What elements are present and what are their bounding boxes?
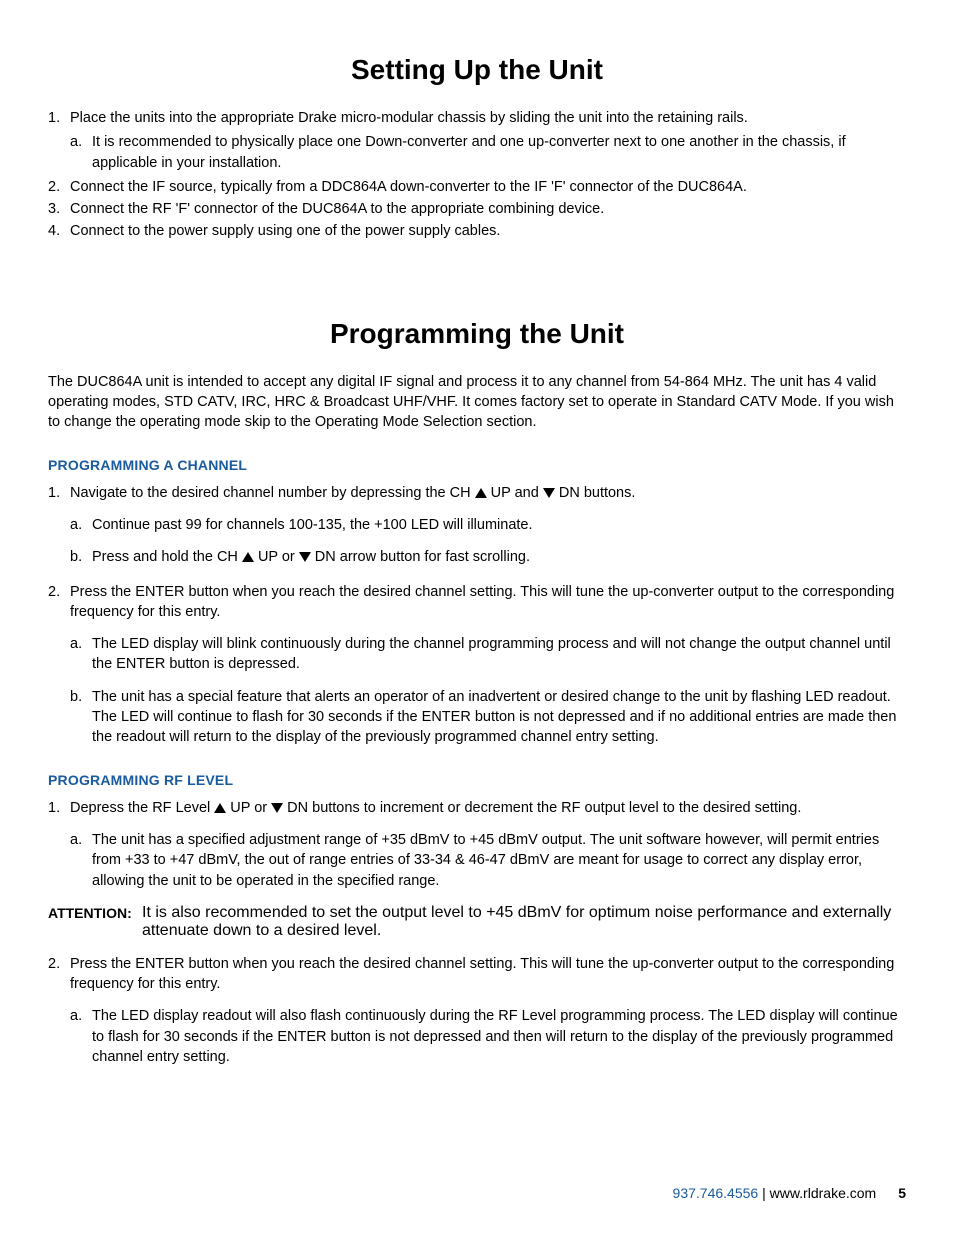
rf-item-1-part-b: UP or — [226, 800, 271, 816]
channel-item-1-part-a: Navigate to the desired channel number b… — [70, 485, 475, 501]
rf-list-cont: Press the ENTER button when you reach th… — [48, 954, 906, 1067]
setup-item-1-sublist: It is recommended to physically place on… — [70, 132, 906, 173]
channel-item-1-part-c: DN buttons. — [555, 485, 636, 501]
rf-item-1a: The unit has a specified adjustment rang… — [70, 830, 906, 891]
heading-setting-up: Setting Up the Unit — [48, 54, 906, 86]
rf-item-1-part-a: Depress the RF Level — [70, 800, 214, 816]
document-page: Setting Up the Unit Place the units into… — [0, 0, 954, 1235]
channel-item-1a: Continue past 99 for channels 100-135, t… — [70, 515, 906, 535]
footer-phone: 937.746.4556 — [673, 1185, 759, 1201]
triangle-down-icon — [543, 488, 555, 498]
channel-item-1-part-b: UP and — [487, 485, 543, 501]
triangle-down-icon — [271, 803, 283, 813]
setup-item-1-text: Place the units into the appropriate Dra… — [70, 110, 748, 126]
rf-item-1-sublist: The unit has a specified adjustment rang… — [70, 830, 906, 891]
page-footer: 937.746.4556 | www.rldrake.com 5 — [673, 1185, 906, 1201]
footer-url: www.rldrake.com — [770, 1185, 877, 1201]
rf-item-1-part-c: DN buttons to increment or decrement the… — [283, 800, 801, 816]
rf-item-2-text: Press the ENTER button when you reach th… — [70, 956, 894, 992]
setup-list: Place the units into the appropriate Dra… — [48, 108, 906, 242]
channel-item-2a: The LED display will blink continuously … — [70, 634, 906, 675]
triangle-up-icon — [475, 488, 487, 498]
setup-item-3: Connect the RF 'F' connector of the DUC8… — [48, 199, 906, 219]
rf-list: Depress the RF Level UP or DN buttons to… — [48, 798, 906, 891]
attention-body: It is also recommended to set the output… — [48, 904, 906, 940]
rf-item-2a: The LED display readout will also flash … — [70, 1006, 906, 1067]
channel-list: Navigate to the desired channel number b… — [48, 483, 906, 748]
setup-item-1a: It is recommended to physically place on… — [70, 132, 906, 173]
attention-label: ATTENTION: — [48, 905, 132, 921]
attention-block: ATTENTION: It is also recommended to set… — [48, 905, 906, 940]
subhead-programming-rf: PROGRAMMING RF LEVEL — [48, 772, 906, 788]
channel-item-2: Press the ENTER button when you reach th… — [48, 582, 906, 748]
footer-sep: | — [758, 1185, 769, 1201]
channel-item-1: Navigate to the desired channel number b… — [48, 483, 906, 568]
subhead-programming-channel: PROGRAMMING A CHANNEL — [48, 457, 906, 473]
channel-item-2-sublist: The LED display will blink continuously … — [70, 634, 906, 747]
setup-item-4: Connect to the power supply using one of… — [48, 221, 906, 241]
setup-item-2: Connect the IF source, typically from a … — [48, 177, 906, 197]
rf-item-2: Press the ENTER button when you reach th… — [48, 954, 906, 1067]
triangle-up-icon — [242, 552, 254, 562]
channel-item-1-sublist: Continue past 99 for channels 100-135, t… — [70, 515, 906, 568]
setup-item-1: Place the units into the appropriate Dra… — [48, 108, 906, 173]
programming-intro: The DUC864A unit is intended to accept a… — [48, 372, 906, 433]
channel-item-1b: Press and hold the CH UP or DN arrow but… — [70, 547, 906, 567]
triangle-up-icon — [214, 803, 226, 813]
rf-item-2-sublist: The LED display readout will also flash … — [70, 1006, 906, 1067]
rf-item-1: Depress the RF Level UP or DN buttons to… — [48, 798, 906, 891]
heading-programming: Programming the Unit — [48, 318, 906, 350]
channel-item-1b-part-c: DN arrow button for fast scrolling. — [311, 549, 530, 565]
channel-item-1b-part-a: Press and hold the CH — [92, 549, 242, 565]
triangle-down-icon — [299, 552, 311, 562]
channel-item-2-text: Press the ENTER button when you reach th… — [70, 584, 894, 620]
channel-item-2b: The unit has a special feature that aler… — [70, 687, 906, 748]
footer-page-number: 5 — [898, 1185, 906, 1201]
channel-item-1b-part-b: UP or — [254, 549, 299, 565]
